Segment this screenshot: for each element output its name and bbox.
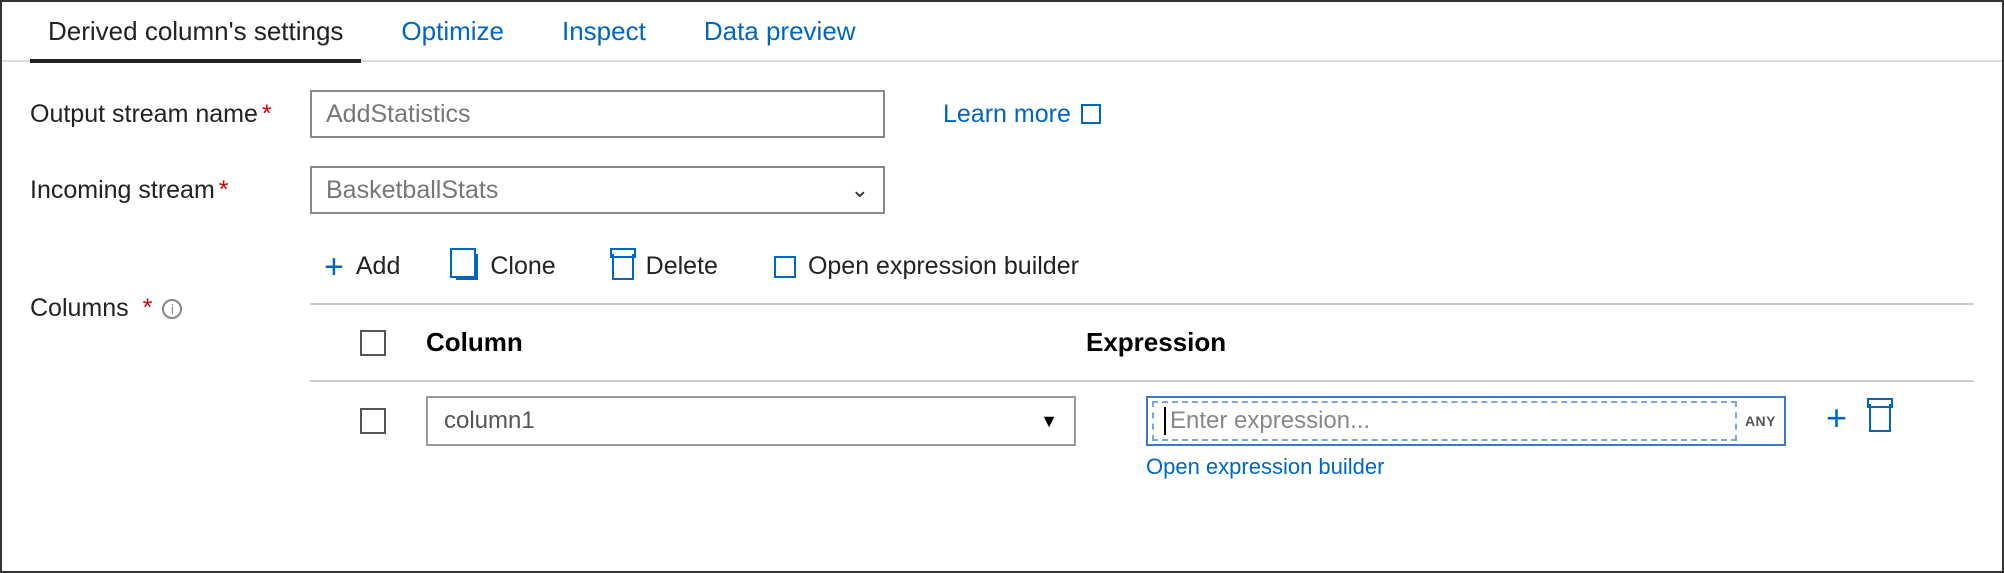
learn-more-text: Learn more <box>943 100 1071 129</box>
column-name-value: column1 <box>444 407 535 435</box>
header-column: Column <box>426 327 1086 358</box>
tab-data-preview[interactable]: Data preview <box>686 2 874 61</box>
expression-placeholder: Enter expression... <box>1170 407 1370 435</box>
text-cursor <box>1164 407 1166 435</box>
column-name-select[interactable]: column1 ▼ <box>426 396 1076 446</box>
expression-input[interactable]: Enter expression... <box>1152 401 1737 441</box>
open-expression-builder-link[interactable]: Open expression builder <box>1146 454 1786 480</box>
delete-button-label: Delete <box>646 252 718 281</box>
table-row: column1 ▼ Enter expression... ANY Open e… <box>310 382 1974 480</box>
tab-inspect[interactable]: Inspect <box>544 2 664 61</box>
required-asterisk: * <box>262 100 272 128</box>
delete-row-button[interactable] <box>1869 404 1891 432</box>
label-output-stream-text: Output stream name <box>30 100 258 128</box>
caret-down-icon: ▼ <box>1040 411 1058 432</box>
tab-derived-column-settings[interactable]: Derived column's settings <box>30 2 361 61</box>
delete-button[interactable]: Delete <box>612 252 718 281</box>
chevron-down-icon: ⌄ <box>851 177 869 203</box>
columns-toolbar: Add Clone Delete Open expression builder <box>310 242 1974 303</box>
label-output-stream: Output stream name* <box>30 100 310 129</box>
clone-button-label: Clone <box>490 252 555 281</box>
learn-more-link[interactable]: Learn more <box>943 100 1101 129</box>
tabs-bar: Derived column's settings Optimize Inspe… <box>2 2 2002 62</box>
required-asterisk: * <box>143 294 153 323</box>
add-button-label: Add <box>356 252 400 281</box>
info-icon[interactable]: i <box>162 299 182 319</box>
type-badge: ANY <box>1739 413 1782 429</box>
output-stream-name-input[interactable] <box>310 90 885 138</box>
clone-button[interactable]: Clone <box>456 252 555 281</box>
clone-icon <box>456 254 478 280</box>
incoming-stream-select[interactable]: BasketballStats ⌄ <box>310 166 885 214</box>
columns-table-header: Column Expression <box>310 305 1974 380</box>
expression-input-wrapper[interactable]: Enter expression... ANY <box>1146 396 1786 446</box>
add-button[interactable]: Add <box>324 252 400 281</box>
trash-icon <box>612 254 634 280</box>
open-builder-label: Open expression builder <box>808 252 1079 281</box>
plus-icon <box>324 257 344 277</box>
label-incoming-stream: Incoming stream* <box>30 176 310 205</box>
select-all-checkbox[interactable] <box>360 330 386 356</box>
add-row-button[interactable]: + <box>1826 406 1847 430</box>
label-incoming-stream-text: Incoming stream <box>30 176 215 204</box>
row-checkbox[interactable] <box>360 408 386 434</box>
required-asterisk: * <box>219 176 229 204</box>
header-expression: Expression <box>1086 327 1226 358</box>
open-expression-builder-button[interactable]: Open expression builder <box>774 252 1079 281</box>
incoming-stream-value: BasketballStats <box>326 176 498 205</box>
label-columns-text: Columns <box>30 294 129 323</box>
tab-optimize[interactable]: Optimize <box>383 2 522 61</box>
external-link-icon <box>1081 104 1101 124</box>
external-link-icon <box>774 256 796 278</box>
label-columns: Columns * i <box>30 242 310 323</box>
